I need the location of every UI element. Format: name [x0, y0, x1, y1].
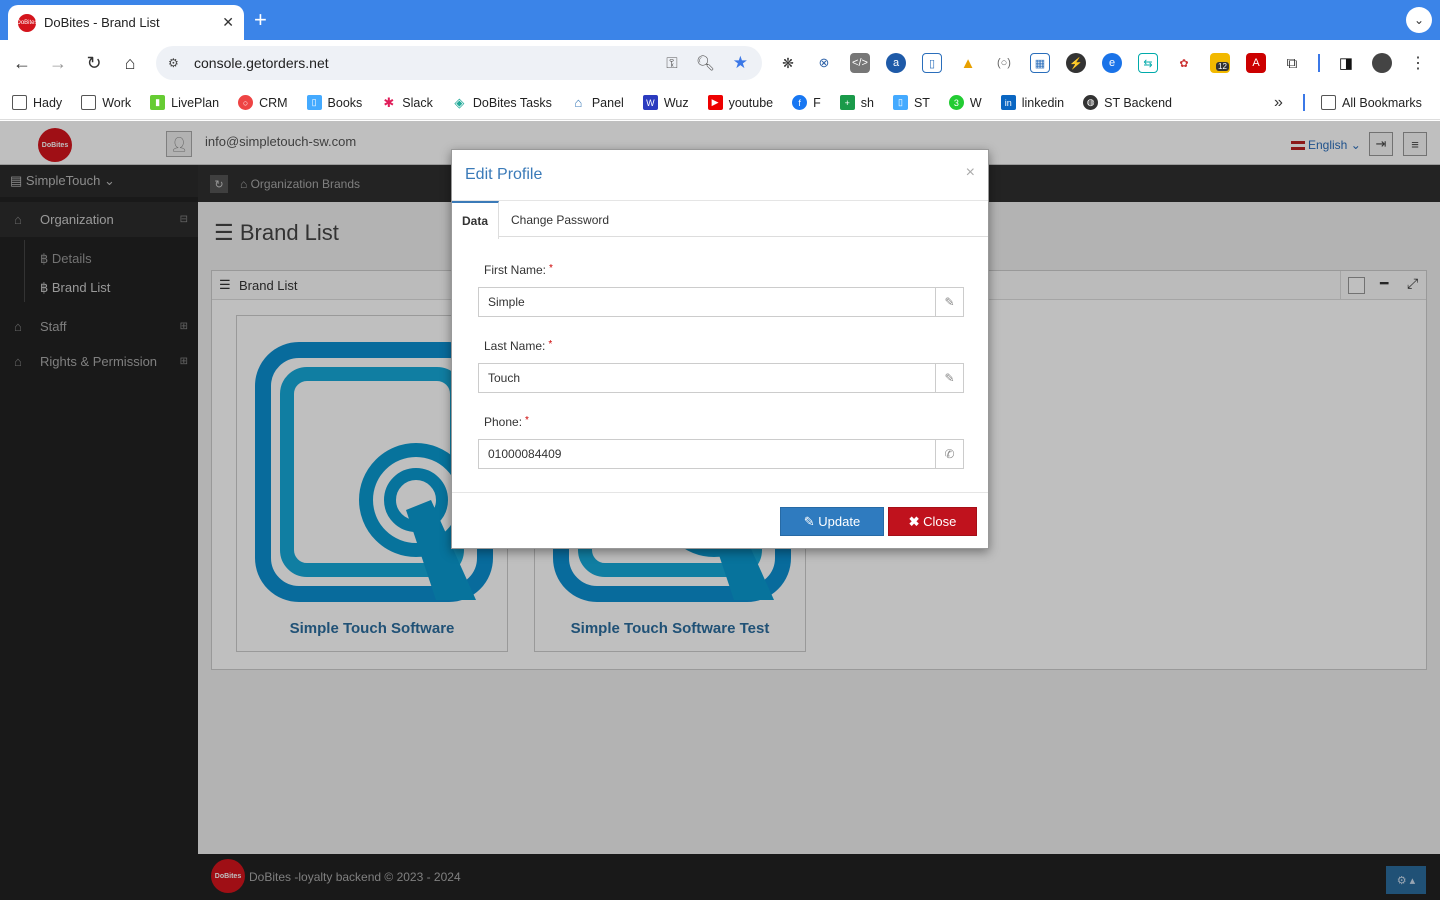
modal-close-icon[interactable]: ×	[966, 164, 975, 182]
back-icon[interactable]: ←	[9, 50, 35, 76]
bookmark-st[interactable]: ▯ ST	[892, 95, 930, 110]
folder-icon	[12, 95, 27, 110]
linkedin-icon: in	[1000, 95, 1016, 110]
more-bookmarks-button[interactable]: »	[1274, 94, 1283, 112]
extension-pdf-icon[interactable]: A	[1246, 53, 1266, 73]
close-x-icon: ✖	[908, 513, 924, 529]
tasks-icon: ◈	[451, 95, 467, 110]
bookmark-st-backend[interactable]: ◍ ST Backend	[1083, 95, 1172, 110]
zoom-icon[interactable]: 🔍︎	[696, 54, 715, 72]
extension-openai-icon[interactable]: ❋	[778, 53, 798, 73]
home-icon[interactable]: ⌂	[117, 50, 143, 76]
chrome-menu-icon[interactable]: ⋮	[1408, 53, 1428, 73]
extension-notes-icon[interactable]: 12	[1210, 53, 1230, 73]
bookmark-wuz[interactable]: W Wuz	[642, 95, 689, 110]
url-text[interactable]: console.getorders.net	[194, 55, 666, 71]
folder-icon	[81, 95, 97, 110]
bookmark-hady[interactable]: Hady	[12, 95, 62, 110]
bookmark-crm[interactable]: ○ CRM	[238, 95, 288, 110]
first-name-field[interactable]: ✎	[478, 287, 964, 317]
first-name-input[interactable]	[479, 288, 935, 316]
wuz-icon: W	[642, 95, 658, 110]
extension-edge-icon[interactable]: e	[1102, 53, 1122, 73]
extension-a-icon[interactable]: a	[886, 53, 906, 73]
panel-icon: ⌂	[570, 95, 586, 110]
phone-icon: ✆	[935, 440, 963, 468]
browser-tab[interactable]: DoBites DoBites - Brand List ✕	[8, 5, 244, 40]
st-icon: ▯	[892, 95, 908, 110]
new-tab-button[interactable]: +	[254, 8, 267, 32]
required-mark: *	[549, 263, 553, 274]
whatsapp-icon: 3	[948, 95, 964, 110]
address-bar[interactable]: ⚙ console.getorders.net ⚿ 🔍︎ ★	[156, 46, 762, 80]
bookmark-liveplan[interactable]: ▮ LivePlan	[150, 95, 219, 110]
bookmark-dobites-tasks[interactable]: ◈ DoBites Tasks	[451, 95, 552, 110]
required-mark: *	[548, 339, 553, 350]
side-panel-icon[interactable]: ◨	[1336, 53, 1356, 73]
bookmark-panel[interactable]: ⌂ Panel	[570, 95, 624, 110]
bookmarks-divider	[1303, 94, 1305, 111]
extension-badge: 12	[1216, 62, 1229, 71]
bookmark-sh[interactable]: + sh	[839, 95, 874, 110]
toolbar-divider	[1318, 54, 1320, 72]
bookmark-w[interactable]: 3W	[948, 95, 982, 110]
site-info-icon[interactable]: ⚙	[168, 56, 188, 70]
edit-profile-modal: Edit Profile × Data Change Password Firs…	[451, 149, 989, 549]
pencil-icon: ✎	[935, 364, 963, 392]
extension-translate-icon[interactable]: ⇆	[1138, 53, 1158, 73]
sheets-icon: +	[839, 95, 855, 110]
bookmark-youtube[interactable]: ▶ youtube	[707, 95, 773, 110]
extension-image-icon[interactable]: ▦	[1030, 53, 1050, 73]
extension-rgb-icon[interactable]: ✿	[1174, 53, 1194, 73]
last-name-label: Last Name: *	[484, 339, 553, 353]
forward-icon[interactable]: →	[45, 50, 71, 76]
books-icon: ▯	[306, 95, 322, 110]
modal-footer-divider	[452, 492, 988, 493]
folder-icon	[1321, 95, 1336, 110]
extension-ads-icon[interactable]: ▲	[958, 53, 978, 73]
facebook-icon: f	[792, 95, 808, 110]
phone-label: Phone: *	[484, 415, 529, 429]
bookmarks-bar: Hady Work ▮ LivePlan ○ CRM ▯ Books ✱ Slack ◈…	[0, 86, 1440, 120]
close-button[interactable]: ✖ Close	[888, 507, 977, 536]
profile-avatar[interactable]	[1372, 53, 1392, 73]
phone-field[interactable]: ✆	[478, 439, 964, 469]
extension-link-icon[interactable]: ⊗	[814, 53, 834, 73]
first-name-label: First Name: *	[484, 263, 553, 277]
required-mark: *	[525, 415, 529, 426]
reload-icon[interactable]: ↻	[81, 50, 107, 76]
close-tab-icon[interactable]: ✕	[222, 14, 234, 31]
modal-title: Edit Profile	[465, 166, 543, 183]
bookmark-star-icon[interactable]: ★	[733, 53, 748, 73]
crm-icon: ○	[238, 95, 254, 110]
extensions-puzzle-icon[interactable]: ⧉	[1282, 53, 1302, 73]
tab-search-chevron-icon[interactable]: ⌄	[1406, 7, 1432, 33]
extension-radio-icon[interactable]: (○)	[994, 53, 1014, 73]
password-key-icon[interactable]: ⚿	[666, 55, 677, 72]
last-name-field[interactable]: ✎	[478, 363, 964, 393]
liveplan-icon: ▮	[150, 95, 166, 110]
tab-title: DoBites - Brand List	[44, 15, 160, 30]
edit-icon: ✎	[803, 513, 819, 529]
extension-bolt-icon[interactable]: ⚡	[1066, 53, 1086, 73]
all-bookmarks-button[interactable]: All Bookmarks	[1321, 95, 1422, 110]
tab-change-password[interactable]: Change Password	[501, 201, 619, 238]
tab-data[interactable]: Data	[452, 201, 500, 239]
update-button[interactable]: ✎ Update	[780, 507, 884, 536]
bookmark-books[interactable]: ▯ Books	[306, 95, 362, 110]
dobites-favicon-icon: DoBites	[17, 13, 38, 32]
bookmark-slack[interactable]: ✱ Slack	[381, 95, 433, 110]
slack-icon: ✱	[381, 95, 397, 110]
globe-icon: ◍	[1083, 95, 1099, 110]
extension-sidebar-icon[interactable]: ▯	[922, 53, 942, 73]
bookmark-facebook[interactable]: fF	[792, 95, 821, 110]
phone-input[interactable]	[479, 440, 935, 468]
bookmark-linkedin[interactable]: in linkedin	[1000, 95, 1064, 110]
modal-tabs: Data Change Password	[452, 200, 988, 239]
bookmark-work[interactable]: Work	[81, 95, 131, 110]
youtube-icon: ▶	[707, 95, 723, 110]
extension-code-icon[interactable]: </>	[850, 53, 870, 73]
last-name-input[interactable]	[479, 364, 935, 392]
pencil-icon: ✎	[935, 288, 963, 316]
